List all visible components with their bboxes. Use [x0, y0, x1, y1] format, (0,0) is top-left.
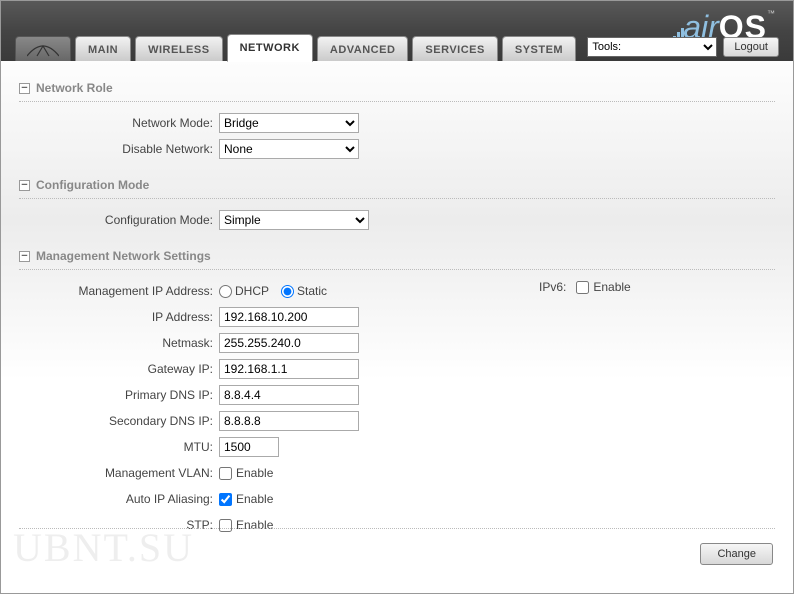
section-network-role-header: − Network Role	[19, 81, 775, 95]
tab-advanced[interactable]: ADVANCED	[317, 36, 409, 62]
section-title: Configuration Mode	[36, 178, 149, 192]
gateway-input[interactable]	[219, 359, 359, 379]
stp-label: STP:	[19, 518, 219, 532]
tab-logo[interactable]	[15, 36, 71, 62]
vlan-label: Management VLAN:	[19, 466, 219, 480]
ipv6-label: IPv6:	[539, 280, 566, 294]
config-mode-select[interactable]: Simple	[219, 210, 369, 230]
config-mode-label: Configuration Mode:	[19, 213, 219, 227]
vlan-checkbox[interactable]	[219, 467, 232, 480]
tab-system[interactable]: SYSTEM	[502, 36, 576, 62]
tab-main[interactable]: MAIN	[75, 36, 131, 62]
ip-address-label: IP Address:	[19, 310, 219, 324]
collapse-icon[interactable]: −	[19, 251, 30, 262]
network-mode-select[interactable]: Bridge	[219, 113, 359, 133]
content-area: − Network Role Network Mode: Bridge Disa…	[1, 61, 793, 593]
dns2-label: Secondary DNS IP:	[19, 414, 219, 428]
disable-network-label: Disable Network:	[19, 142, 219, 156]
tab-services[interactable]: SERVICES	[412, 36, 497, 62]
section-config-mode-header: − Configuration Mode	[19, 178, 775, 192]
netmask-input[interactable]	[219, 333, 359, 353]
mtu-label: MTU:	[19, 440, 219, 454]
ip-address-input[interactable]	[219, 307, 359, 327]
stp-checkbox[interactable]	[219, 519, 232, 532]
tools-select[interactable]: Tools:	[587, 37, 717, 57]
section-title: Network Role	[36, 81, 113, 95]
dhcp-radio-label[interactable]: DHCP	[219, 284, 269, 298]
bottom-divider	[19, 528, 775, 529]
ipv6-enable-text: Enable	[593, 280, 630, 294]
section-divider	[19, 101, 775, 102]
mtu-input[interactable]	[219, 437, 279, 457]
dhcp-text: DHCP	[235, 284, 269, 298]
dns2-input[interactable]	[219, 411, 359, 431]
vlan-enable-text: Enable	[236, 466, 273, 480]
dhcp-radio[interactable]	[219, 285, 232, 298]
section-divider	[19, 198, 775, 199]
change-button[interactable]: Change	[700, 543, 773, 565]
auto-ip-label: Auto IP Aliasing:	[19, 492, 219, 506]
antenna-icon	[27, 42, 59, 58]
static-radio[interactable]	[281, 285, 294, 298]
section-management-header: − Management Network Settings	[19, 249, 775, 263]
gateway-label: Gateway IP:	[19, 362, 219, 376]
collapse-icon[interactable]: −	[19, 83, 30, 94]
static-radio-label[interactable]: Static	[281, 284, 327, 298]
section-title: Management Network Settings	[36, 249, 211, 263]
auto-ip-checkbox[interactable]	[219, 493, 232, 506]
logout-button[interactable]: Logout	[723, 37, 779, 57]
auto-ip-enable-text: Enable	[236, 492, 273, 506]
netmask-label: Netmask:	[19, 336, 219, 350]
mgmt-ip-mode-group: DHCP Static	[219, 284, 337, 298]
mgmt-ip-mode-label: Management IP Address:	[19, 284, 219, 298]
stp-enable-text: Enable	[236, 518, 273, 532]
ipv6-block: IPv6: Enable	[539, 280, 631, 294]
network-mode-label: Network Mode:	[19, 116, 219, 130]
tab-row: MAIN WIRELESS NETWORK ADVANCED SERVICES …	[15, 34, 580, 62]
section-divider	[19, 269, 775, 270]
ipv6-checkbox[interactable]	[576, 281, 589, 294]
header-right-controls: Tools: Logout	[587, 37, 779, 57]
collapse-icon[interactable]: −	[19, 180, 30, 191]
dns1-input[interactable]	[219, 385, 359, 405]
dns1-label: Primary DNS IP:	[19, 388, 219, 402]
disable-network-select[interactable]: None	[219, 139, 359, 159]
header-bar: airOS™ MAIN WIRELESS NETWORK ADVANCED SE…	[1, 1, 793, 61]
tab-wireless[interactable]: WIRELESS	[135, 36, 222, 62]
static-text: Static	[297, 284, 327, 298]
tab-network[interactable]: NETWORK	[227, 34, 313, 62]
